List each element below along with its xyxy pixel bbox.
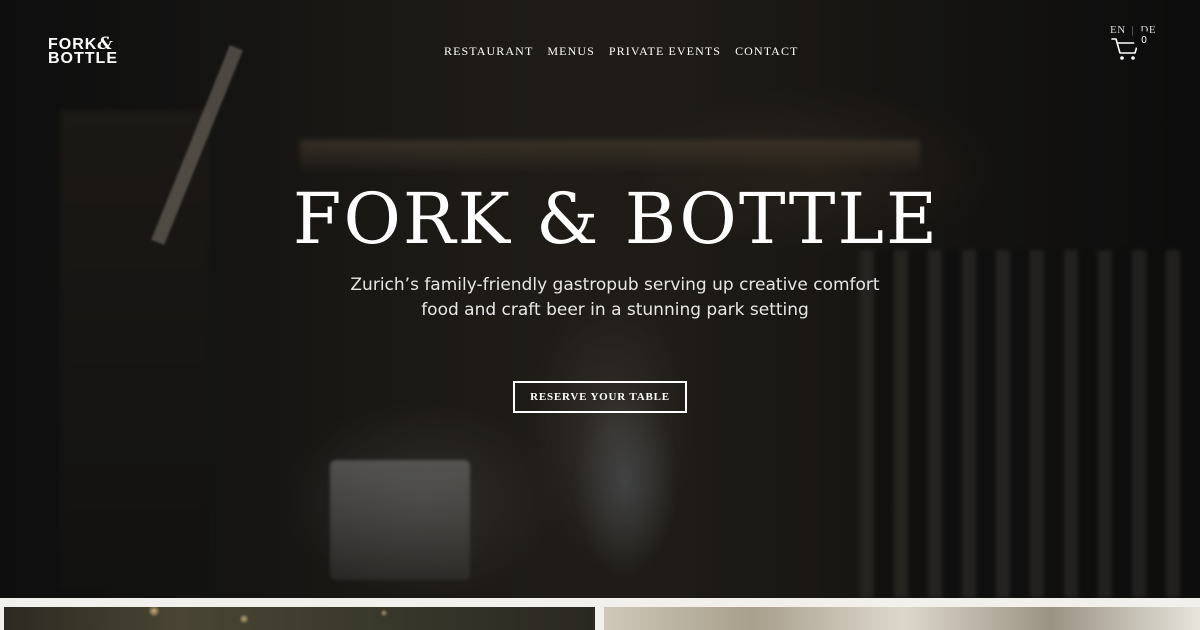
site-logo[interactable]: FORK& BOTTLE xyxy=(48,36,118,67)
hero-subtitle: Zurich’s family-friendly gastropub servi… xyxy=(340,273,890,323)
logo-word-bottle: BOTTLE xyxy=(48,50,118,67)
nav-item-contact[interactable]: CONTACT xyxy=(735,44,798,59)
reserve-table-button[interactable]: RESERVE YOUR TABLE xyxy=(513,381,687,413)
cart-count-badge: 0 xyxy=(1134,31,1154,51)
gallery-image-terrace xyxy=(4,607,595,630)
nav-item-private-events[interactable]: PRIVATE EVENTS xyxy=(609,44,721,59)
hero-section: FORK& BOTTLE RESTAURANT MENUS PRIVATE EV… xyxy=(0,0,1200,598)
lang-option-en[interactable]: EN xyxy=(1110,24,1126,36)
nav-item-restaurant[interactable]: RESTAURANT xyxy=(444,44,533,59)
hero-title: FORK & BOTTLE xyxy=(292,178,940,260)
lang-separator: | xyxy=(1131,24,1135,36)
gallery-image-table xyxy=(604,607,1200,630)
nav-item-menus[interactable]: MENUS xyxy=(547,44,595,59)
hero-subtitle-line-1: Zurich’s family-friendly gastropub servi… xyxy=(350,275,880,295)
hero-subtitle-line-2: food and craft beer in a stunning park s… xyxy=(421,300,809,320)
main-nav: RESTAURANT MENUS PRIVATE EVENTS CONTACT xyxy=(444,44,798,59)
